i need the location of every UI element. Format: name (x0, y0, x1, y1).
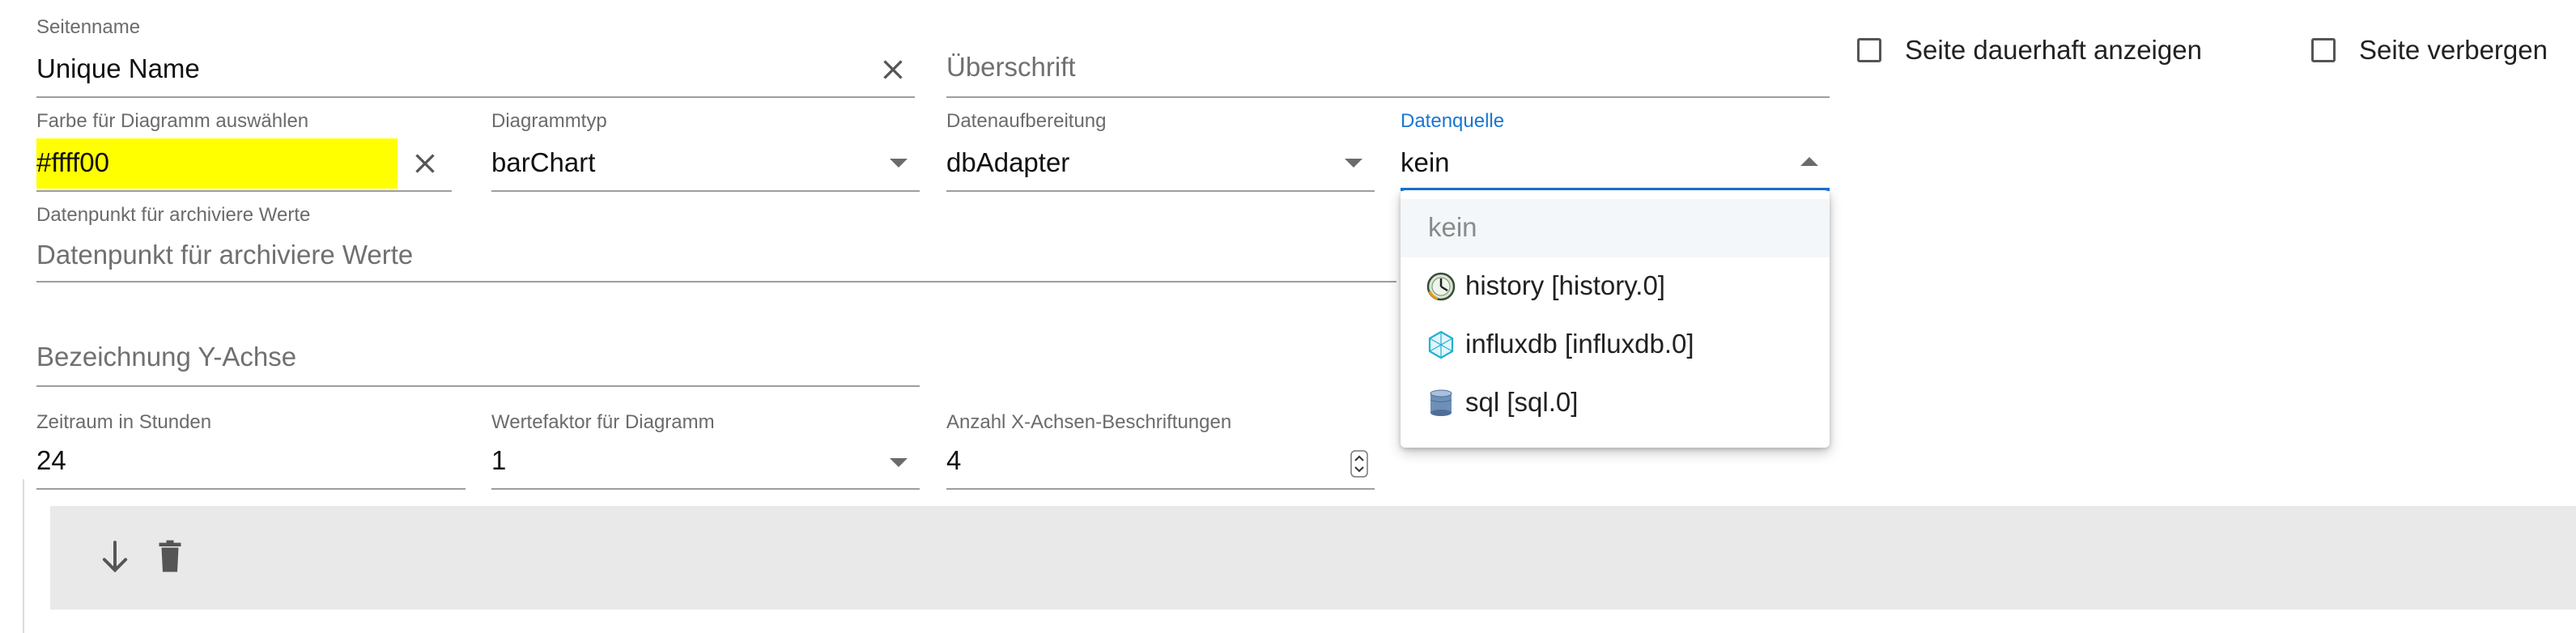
action-toolbar (50, 506, 2576, 610)
seite-dauerhaft-checkbox[interactable] (1857, 38, 1881, 62)
chevron-down-icon[interactable] (1345, 159, 1362, 168)
menu-item-kein[interactable]: kein (1401, 199, 1830, 257)
datenaufbereitung-underline (946, 190, 1375, 192)
menu-item-sql[interactable]: sql [sql.0] (1401, 374, 1830, 432)
zeitraum-input[interactable]: 24 (36, 445, 66, 476)
y-achse-underline (36, 385, 920, 387)
datenpunkt-label: Datenpunkt für archiviere Werte (36, 204, 311, 226)
diagrammtyp-label: Diagrammtyp (491, 110, 607, 132)
diagrammtyp-value: barChart (491, 147, 596, 177)
clear-color-icon[interactable] (410, 149, 440, 178)
chevron-down-icon[interactable] (890, 458, 908, 467)
anzahl-x-underline (946, 488, 1375, 490)
wertefaktor-select[interactable]: Wertefaktor für Diagramm 1 (491, 411, 920, 491)
menu-item-label: influxdb [influxdb.0] (1465, 329, 1694, 359)
farbe-input[interactable]: #ffff00 (36, 147, 109, 178)
y-achse-input[interactable]: Bezeichnung Y-Achse (36, 342, 296, 372)
chevron-down-icon[interactable] (890, 159, 908, 168)
datenquelle-dropdown-menu: kein history [history.0] influxdb [influ… (1401, 190, 1830, 448)
ueberschrift-underline (946, 96, 1830, 98)
diagrammtyp-underline (491, 190, 920, 192)
menu-item-label: history [history.0] (1465, 270, 1665, 300)
seitenname-field[interactable]: Seitenname Unique Name (36, 16, 915, 99)
y-achse-field[interactable]: Bezeichnung Y-Achse (36, 324, 920, 389)
anzahl-x-input[interactable]: 4 (946, 445, 961, 476)
datenaufbereitung-label: Datenaufbereitung (946, 110, 1107, 132)
seite-verbergen-label[interactable]: Seite verbergen (2359, 35, 2548, 66)
history-adapter-icon (1426, 272, 1456, 301)
influxdb-adapter-icon (1428, 330, 1454, 359)
clear-seitenname-icon[interactable] (878, 55, 908, 84)
seite-dauerhaft-label[interactable]: Seite dauerhaft anzeigen (1905, 35, 2202, 66)
datenquelle-select[interactable]: Datenquelle kein (1401, 110, 1830, 193)
anzahl-x-field[interactable]: Anzahl X-Achsen-Beschriftungen 4 (946, 411, 1375, 491)
menu-item-label: kein (1428, 212, 1477, 242)
wertefaktor-label: Wertefaktor für Diagramm (491, 411, 715, 433)
number-spinner-icon[interactable] (1350, 450, 1368, 478)
wertefaktor-value: 1 (491, 445, 507, 475)
sql-database-icon (1430, 389, 1452, 416)
datenquelle-value: kein (1401, 147, 1450, 177)
seite-verbergen-checkbox[interactable] (2311, 38, 2336, 62)
datenaufbereitung-select[interactable]: Datenaufbereitung dbAdapter (946, 110, 1375, 193)
farbe-underline (36, 190, 452, 192)
menu-item-history[interactable]: history [history.0] (1401, 257, 1830, 316)
seitenname-label: Seitenname (36, 16, 141, 38)
trash-icon[interactable] (155, 538, 185, 574)
ueberschrift-field[interactable]: Überschrift (946, 16, 1830, 99)
wertefaktor-underline (491, 488, 920, 490)
farbe-field[interactable]: Farbe für Diagramm auswählen #ffff00 (36, 110, 452, 193)
menu-item-label: sql [sql.0] (1465, 387, 1579, 417)
farbe-label: Farbe für Diagramm auswählen (36, 110, 309, 132)
datenquelle-label: Datenquelle (1401, 110, 1505, 132)
menu-item-influxdb[interactable]: influxdb [influxdb.0] (1401, 316, 1830, 374)
anzahl-x-label: Anzahl X-Achsen-Beschriftungen (946, 411, 1232, 433)
arrow-down-icon[interactable] (99, 538, 131, 576)
seitenname-underline (36, 96, 915, 98)
zeitraum-label: Zeitraum in Stunden (36, 411, 212, 433)
chevron-up-icon[interactable] (1800, 157, 1818, 166)
ueberschrift-input[interactable]: Überschrift (946, 52, 1076, 83)
zeitraum-underline (36, 488, 465, 490)
zeitraum-field[interactable]: Zeitraum in Stunden 24 (36, 411, 465, 491)
diagrammtyp-select[interactable]: Diagrammtyp barChart (491, 110, 920, 193)
datenaufbereitung-value: dbAdapter (946, 147, 1070, 177)
seitenname-input[interactable]: Unique Name (36, 53, 200, 84)
datenpunkt-input[interactable]: Datenpunkt für archiviere Werte (36, 240, 413, 270)
datenpunkt-field[interactable]: Datenpunkt für archiviere Werte Datenpun… (36, 204, 1396, 283)
left-divider (23, 479, 24, 633)
datenpunkt-underline (36, 281, 1396, 283)
